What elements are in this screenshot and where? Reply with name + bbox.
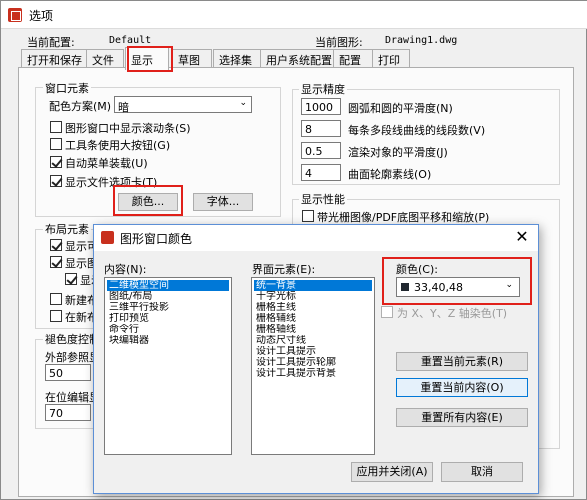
tint-xyz-label: 为 X、Y、Z 轴染色(T) — [397, 307, 508, 320]
tab-selection[interactable]: 选择集 — [213, 49, 261, 68]
current-config-label: 当前配置: — [27, 36, 75, 49]
render-smoothness-input[interactable]: 0.5 — [301, 142, 341, 159]
close-icon[interactable]: ✕ — [512, 227, 532, 247]
chevron-down-icon: ⌄ — [239, 98, 247, 108]
color-select-highlight — [382, 257, 532, 305]
inplace-fade-input[interactable]: 70 — [45, 404, 91, 421]
options-title: 选项 — [29, 9, 54, 23]
reset-all-button[interactable]: 重置所有内容(E) — [396, 408, 528, 427]
tab-open-save[interactable]: 打开和保存 — [21, 49, 87, 68]
dialog-title: 图形窗口颜色 — [120, 232, 193, 246]
interface-item[interactable]: 设计工具提示背景 — [254, 368, 372, 379]
current-config-value: Default — [109, 35, 152, 46]
color-scheme-value: 暗 — [118, 101, 129, 114]
contour-lines-label: 曲面轮廓素线(O) — [348, 168, 432, 181]
colors-button-highlight — [113, 185, 183, 216]
interface-item[interactable]: 动态尺寸线 — [254, 335, 372, 346]
inplace-fade-label: 在位编辑显 — [45, 391, 100, 404]
tab-user-preferences[interactable]: 用户系统配置 — [260, 49, 334, 68]
cancel-button[interactable]: 取消 — [441, 462, 523, 482]
polyline-segments-label: 每条多段线曲线的线段数(V) — [348, 124, 486, 137]
interface-item[interactable]: 栅格主线 — [254, 302, 372, 313]
fonts-button[interactable]: 字体... — [193, 193, 253, 211]
scrollbars-label: 图形窗口中显示滚动条(S) — [65, 122, 191, 135]
scrollbars-checkbox[interactable] — [50, 121, 62, 133]
display-performance-title: 显示性能 — [299, 191, 347, 207]
auto-menu-load-checkbox[interactable] — [50, 156, 62, 168]
tab-plot[interactable]: 打印 — [372, 49, 410, 68]
auto-menu-load-label: 自动菜单装载(U) — [65, 157, 148, 170]
arc-smoothness-label: 圆弧和圆的平滑度(N) — [348, 102, 453, 115]
interface-item[interactable]: 设计工具提示 — [254, 346, 372, 357]
layout-checkbox-5[interactable] — [50, 310, 62, 322]
interface-item[interactable]: 栅格辅线 — [254, 313, 372, 324]
render-smoothness-label: 渲染对象的平滑度(J) — [348, 146, 448, 159]
color-scheme-label: 配色方案(M) — [49, 100, 112, 113]
reset-context-button[interactable]: 重置当前内容(O) — [396, 378, 528, 397]
app-logo-icon — [101, 231, 114, 244]
tint-xyz-checkbox[interactable] — [381, 306, 393, 318]
layout-elements-title: 布局元素 — [43, 221, 91, 237]
arc-smoothness-input[interactable]: 1000 — [301, 98, 341, 115]
context-list[interactable]: 二维模型空间 图纸/布局 三维平行投影 打印预览 命令行 块编辑器 — [104, 277, 232, 455]
context-item[interactable]: 打印预览 — [107, 313, 229, 324]
context-item[interactable]: 二维模型空间 — [107, 280, 229, 291]
tab-drafting[interactable]: 草图 — [172, 49, 212, 68]
layout-checkbox-4[interactable] — [50, 293, 62, 305]
tab-profiles[interactable]: 配置 — [333, 49, 373, 68]
contour-lines-input[interactable]: 4 — [301, 164, 341, 181]
context-item[interactable]: 命令行 — [107, 324, 229, 335]
raster-pan-label: 带光栅图像/PDF底图平移和缩放(P) — [317, 211, 490, 224]
interface-item[interactable]: 设计工具提示轮廓 — [254, 357, 372, 368]
layout-checkbox-3[interactable] — [65, 273, 77, 285]
window-elements-title: 窗口元素 — [43, 80, 91, 96]
large-buttons-label: 工具条使用大按钮(G) — [65, 139, 171, 152]
reset-element-button[interactable]: 重置当前元素(R) — [396, 352, 528, 371]
interface-item[interactable]: 统一背景 — [254, 280, 372, 291]
app-logo-icon — [8, 8, 22, 22]
raster-pan-checkbox[interactable] — [302, 210, 314, 222]
current-drawing-value: Drawing1.dwg — [385, 35, 458, 46]
color-scheme-select[interactable]: 暗 ⌄ — [114, 96, 252, 114]
interface-element-label: 界面元素(E): — [252, 263, 316, 276]
interface-item[interactable]: 栅格轴线 — [254, 324, 372, 335]
layout-checkbox-2[interactable] — [50, 256, 62, 268]
context-item[interactable]: 图纸/布局 — [107, 291, 229, 302]
tab-files[interactable]: 文件 — [86, 49, 124, 68]
large-buttons-checkbox[interactable] — [50, 138, 62, 150]
interface-element-list[interactable]: 统一背景 十字光标 栅格主线 栅格辅线 栅格轴线 动态尺寸线 设计工具提示 设计工具提示轮廓设… — [251, 277, 375, 455]
xref-fade-input[interactable]: 50 — [45, 364, 91, 381]
layout-checkbox-1[interactable] — [50, 239, 62, 251]
context-item[interactable]: 三维平行投影 — [107, 302, 229, 313]
drawing-window-colors-dialog: 图形窗口颜色 ✕ 内容(N): 二维模型空间 图纸/布局 三维平行投影 打印预览 命令行… — [93, 224, 539, 494]
polyline-segments-input[interactable]: 8 — [301, 120, 341, 137]
dialog-titlebar: 图形窗口颜色 ✕ — [94, 225, 538, 251]
context-label: 内容(N): — [104, 263, 147, 276]
file-tabs-checkbox[interactable] — [50, 175, 62, 187]
context-item[interactable]: 块编辑器 — [107, 335, 229, 346]
current-drawing-label: 当前图形: — [315, 36, 363, 49]
tab-display-highlight — [127, 46, 173, 72]
interface-item[interactable]: 十字光标 — [254, 291, 372, 302]
apply-close-button[interactable]: 应用并关闭(A) — [351, 462, 433, 482]
display-precision-title: 显示精度 — [299, 81, 347, 97]
options-titlebar: 选项 — [1, 1, 587, 29]
xref-fade-label: 外部参照显 — [45, 351, 100, 364]
